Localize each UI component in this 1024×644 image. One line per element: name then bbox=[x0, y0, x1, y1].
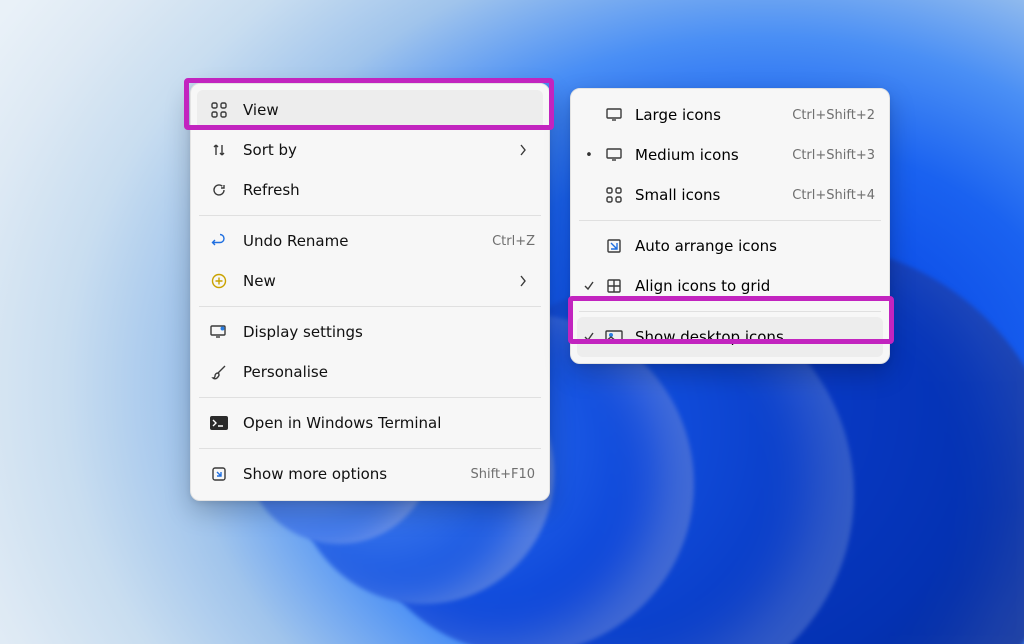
expand-icon bbox=[205, 466, 233, 482]
menu-item-label: Refresh bbox=[233, 181, 535, 199]
check-icon bbox=[577, 331, 601, 343]
submenu-item-label: Small icons bbox=[627, 186, 792, 204]
menu-separator bbox=[579, 311, 881, 312]
submenu-item-shortcut: Ctrl+Shift+3 bbox=[792, 148, 875, 163]
menu-separator bbox=[579, 220, 881, 221]
undo-icon bbox=[205, 233, 233, 249]
submenu-item-label: Show desktop icons bbox=[627, 328, 875, 346]
menu-item-label: View bbox=[233, 101, 535, 119]
menu-item-label: Open in Windows Terminal bbox=[233, 414, 535, 432]
plus-circle-icon bbox=[205, 273, 233, 289]
submenu-item-medium-icons[interactable]: • Medium icons Ctrl+Shift+3 bbox=[571, 135, 889, 175]
display-settings-icon bbox=[205, 324, 233, 340]
menu-item-view[interactable]: View bbox=[197, 90, 543, 130]
desktop-context-menu: View Sort by Refresh Undo Rename Ctrl+Z … bbox=[190, 83, 550, 501]
menu-item-display-settings[interactable]: Display settings bbox=[191, 312, 549, 352]
sort-icon bbox=[205, 142, 233, 158]
menu-separator bbox=[199, 306, 541, 307]
submenu-item-auto-arrange[interactable]: Auto arrange icons bbox=[571, 226, 889, 266]
menu-item-personalise[interactable]: Personalise bbox=[191, 352, 549, 392]
submenu-item-small-icons[interactable]: Small icons Ctrl+Shift+4 bbox=[571, 175, 889, 215]
submenu-item-show-desktop-icons[interactable]: Show desktop icons bbox=[577, 317, 883, 357]
chevron-right-icon bbox=[519, 275, 535, 287]
menu-item-label: Sort by bbox=[233, 141, 519, 159]
menu-item-new[interactable]: New bbox=[191, 261, 549, 301]
submenu-item-label: Medium icons bbox=[627, 146, 792, 164]
menu-item-show-more-options[interactable]: Show more options Shift+F10 bbox=[191, 454, 549, 494]
brush-icon bbox=[205, 364, 233, 380]
terminal-icon bbox=[205, 416, 233, 430]
menu-separator bbox=[199, 215, 541, 216]
submenu-item-shortcut: Ctrl+Shift+4 bbox=[792, 188, 875, 203]
mark-dot-icon: • bbox=[577, 148, 601, 163]
menu-item-open-terminal[interactable]: Open in Windows Terminal bbox=[191, 403, 549, 443]
submenu-item-label: Auto arrange icons bbox=[627, 237, 875, 255]
submenu-item-label: Large icons bbox=[627, 106, 792, 124]
monitor-icon bbox=[601, 148, 627, 162]
menu-item-label: Personalise bbox=[233, 363, 535, 381]
menu-item-label: Show more options bbox=[233, 465, 461, 483]
menu-item-shortcut: Ctrl+Z bbox=[482, 234, 535, 249]
monitor-icon bbox=[601, 108, 627, 122]
submenu-item-shortcut: Ctrl+Shift+2 bbox=[792, 108, 875, 123]
check-icon bbox=[577, 280, 601, 292]
auto-arrange-icon bbox=[601, 238, 627, 254]
grid-icon bbox=[601, 187, 627, 203]
menu-separator bbox=[199, 397, 541, 398]
menu-item-refresh[interactable]: Refresh bbox=[191, 170, 549, 210]
menu-separator bbox=[199, 448, 541, 449]
menu-item-label: New bbox=[233, 272, 519, 290]
view-submenu: Large icons Ctrl+Shift+2 • Medium icons … bbox=[570, 88, 890, 364]
menu-item-sort-by[interactable]: Sort by bbox=[191, 130, 549, 170]
menu-item-label: Display settings bbox=[233, 323, 535, 341]
grid-icon bbox=[205, 102, 233, 118]
submenu-item-align-to-grid[interactable]: Align icons to grid bbox=[571, 266, 889, 306]
desktop-icon bbox=[601, 330, 627, 344]
menu-item-undo-rename[interactable]: Undo Rename Ctrl+Z bbox=[191, 221, 549, 261]
submenu-item-large-icons[interactable]: Large icons Ctrl+Shift+2 bbox=[571, 95, 889, 135]
chevron-right-icon bbox=[519, 144, 535, 156]
refresh-icon bbox=[205, 182, 233, 198]
menu-item-shortcut: Shift+F10 bbox=[461, 467, 535, 482]
align-grid-icon bbox=[601, 278, 627, 294]
submenu-item-label: Align icons to grid bbox=[627, 277, 875, 295]
menu-item-label: Undo Rename bbox=[233, 232, 482, 250]
